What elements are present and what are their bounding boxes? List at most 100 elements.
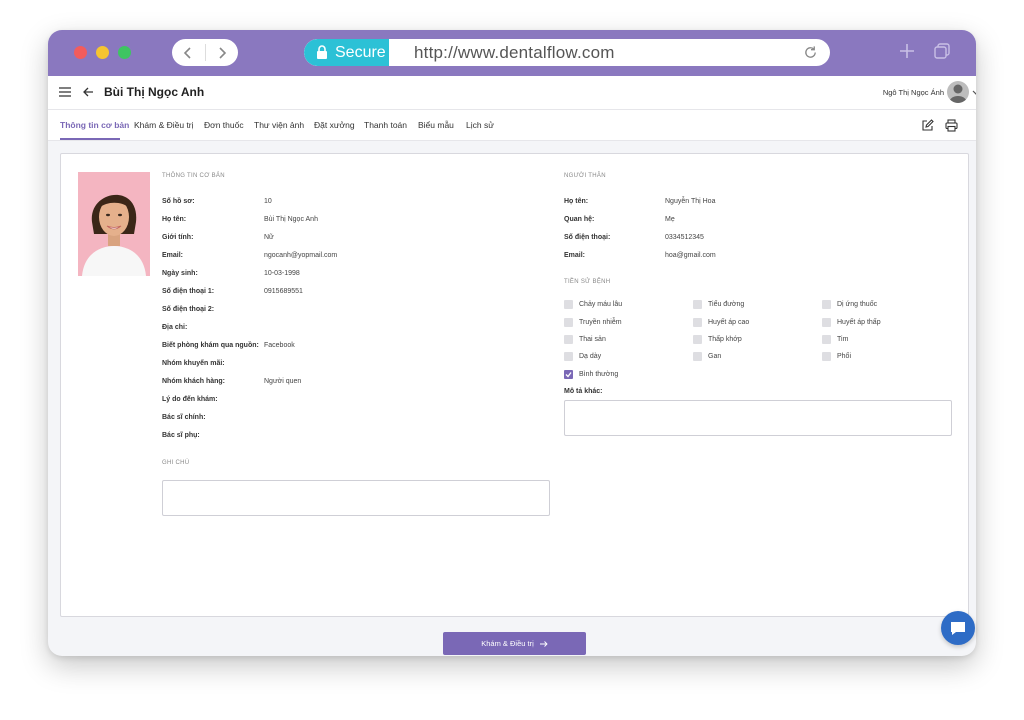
- checkbox-label: Thai sản: [579, 336, 606, 343]
- relationship-label: Quan hệ:: [564, 216, 595, 223]
- condition-infectious[interactable]: Truyền nhiễm: [564, 318, 622, 327]
- condition-drug-allergy[interactable]: Dị ứng thuốc: [822, 300, 877, 309]
- notes-field[interactable]: [162, 480, 550, 516]
- main-doctor-label: Bác sĩ chính:: [162, 414, 206, 421]
- checkbox[interactable]: [822, 352, 831, 361]
- browser-forward-button[interactable]: [206, 39, 239, 66]
- user-avatar[interactable]: [947, 81, 969, 103]
- reload-icon[interactable]: [803, 45, 818, 60]
- relative-phone-label: Số điện thoại:: [564, 234, 611, 241]
- customer-group-value: Người quen: [264, 378, 302, 385]
- relative-phone-value: 0334512345: [665, 234, 704, 241]
- condition-bleeding[interactable]: Chảy máu lâu: [564, 300, 622, 309]
- checkbox[interactable]: [564, 318, 573, 327]
- checkbox-label: Thấp khớp: [708, 336, 742, 343]
- checkbox-label: Tim: [837, 336, 849, 343]
- close-window-button[interactable]: [74, 46, 87, 59]
- tabs-icon[interactable]: [934, 43, 950, 59]
- promotion-group-label: Nhóm khuyến mãi:: [162, 360, 225, 367]
- gender-label: Giới tính:: [162, 234, 194, 241]
- tab-payment[interactable]: Thanh toán: [364, 120, 407, 130]
- browser-nav-buttons: [172, 39, 238, 66]
- tab-basic-info[interactable]: Thông tin cơ bản: [60, 120, 129, 130]
- condition-pregnancy[interactable]: Thai sản: [564, 335, 606, 344]
- checkbox-label: Tiểu đường: [708, 301, 745, 308]
- checkbox[interactable]: [693, 300, 702, 309]
- chat-button[interactable]: [941, 611, 975, 645]
- app-header: Bùi Thị Ngọc Anh Ngô Thị Ngọc Ánh: [48, 76, 976, 110]
- basic-info-heading: THÔNG TIN CƠ BẢN: [162, 173, 225, 179]
- secure-label: Secure: [335, 43, 386, 61]
- checkbox-label: Dạ dày: [579, 353, 602, 360]
- condition-heart[interactable]: Tim: [822, 335, 848, 344]
- chevron-right-icon: [219, 46, 226, 59]
- relative-email-value: hoa@gmail.com: [665, 252, 716, 259]
- referral-source-value: Facebook: [264, 342, 295, 349]
- gender-value: Nữ: [264, 234, 274, 241]
- menu-icon[interactable]: [59, 87, 71, 97]
- tab-prescription[interactable]: Đơn thuốc: [204, 120, 244, 130]
- url-text: http://www.dentalflow.com: [414, 43, 615, 62]
- maximize-window-button[interactable]: [118, 46, 131, 59]
- tab-forms[interactable]: Biểu mẫu: [418, 120, 454, 130]
- relative-email-label: Email:: [564, 252, 586, 259]
- checkbox[interactable]: [822, 318, 831, 327]
- condition-normal[interactable]: Bình thường: [564, 370, 618, 379]
- other-description-field[interactable]: [564, 400, 952, 436]
- patient-photo: [78, 172, 150, 276]
- tab-image-library[interactable]: Thư viện ảnh: [254, 120, 304, 130]
- tab-history[interactable]: Lịch sử: [466, 120, 494, 130]
- lock-icon: [317, 45, 327, 59]
- notes-heading: GHI CHÚ: [162, 460, 190, 466]
- checkbox[interactable]: [822, 300, 831, 309]
- avatar-placeholder-icon: [949, 84, 967, 103]
- referral-source-label: Biết phòng khám qua nguồn:: [162, 342, 259, 349]
- checkbox[interactable]: [564, 335, 573, 344]
- condition-lungs[interactable]: Phổi: [822, 352, 851, 361]
- condition-low-blood-pressure[interactable]: Huyết áp thấp: [822, 318, 881, 327]
- assistant-doctor-label: Bác sĩ phụ:: [162, 432, 200, 439]
- condition-liver[interactable]: Gan: [693, 352, 721, 361]
- exam-treatment-button[interactable]: Khám & Điều trị: [443, 632, 586, 655]
- full-name-label: Họ tên:: [162, 216, 187, 223]
- tab-bar: Thông tin cơ bản Khám & Điều trị Đơn thu…: [48, 110, 976, 141]
- browser-back-button[interactable]: [172, 39, 205, 66]
- arrow-left-icon[interactable]: [82, 86, 94, 98]
- user-name[interactable]: Ngô Thị Ngọc Ánh: [883, 88, 944, 97]
- checkbox[interactable]: [564, 300, 573, 309]
- print-icon[interactable]: [945, 119, 958, 132]
- chevron-down-icon[interactable]: [972, 90, 976, 96]
- exam-treatment-button-label: Khám & Điều trị: [481, 639, 534, 648]
- checkbox[interactable]: [693, 335, 702, 344]
- condition-diabetes[interactable]: Tiểu đường: [693, 300, 744, 309]
- chat-icon: [951, 621, 965, 635]
- secure-badge: Secure: [304, 39, 389, 66]
- condition-high-blood-pressure[interactable]: Huyết áp cao: [693, 318, 749, 327]
- checkbox-label: Huyết áp cao: [708, 319, 750, 326]
- checkbox[interactable]: [693, 318, 702, 327]
- checkbox-label: Truyền nhiễm: [579, 319, 622, 326]
- active-tab-indicator: [60, 138, 120, 140]
- edit-icon[interactable]: [922, 119, 934, 131]
- checkbox[interactable]: [693, 352, 702, 361]
- other-description-label: Mô tả khác:: [564, 388, 603, 395]
- phone2-label: Số điện thoại 2:: [162, 306, 215, 313]
- condition-rheumatism[interactable]: Thấp khớp: [693, 335, 742, 344]
- arrow-right-icon: [539, 640, 548, 647]
- address-bar[interactable]: Secure http://www.dentalflow.com: [304, 39, 830, 66]
- check-icon: [565, 372, 572, 378]
- chevron-left-icon: [184, 46, 191, 59]
- checkbox-label: Gan: [708, 353, 722, 360]
- checkbox[interactable]: [822, 335, 831, 344]
- checkbox-label: Bình thường: [579, 371, 619, 378]
- checkbox-checked[interactable]: [564, 370, 573, 379]
- tab-exam-treatment[interactable]: Khám & Điều trị: [134, 120, 194, 130]
- minimize-window-button[interactable]: [96, 46, 109, 59]
- plus-icon[interactable]: [898, 42, 916, 60]
- relative-name-label: Họ tên:: [564, 198, 589, 205]
- customer-group-label: Nhóm khách hàng:: [162, 378, 226, 385]
- tab-lab-order[interactable]: Đặt xưởng: [314, 120, 355, 130]
- checkbox[interactable]: [564, 352, 573, 361]
- condition-stomach[interactable]: Dạ dày: [564, 352, 601, 361]
- visit-reason-label: Lý do đến khám:: [162, 396, 218, 403]
